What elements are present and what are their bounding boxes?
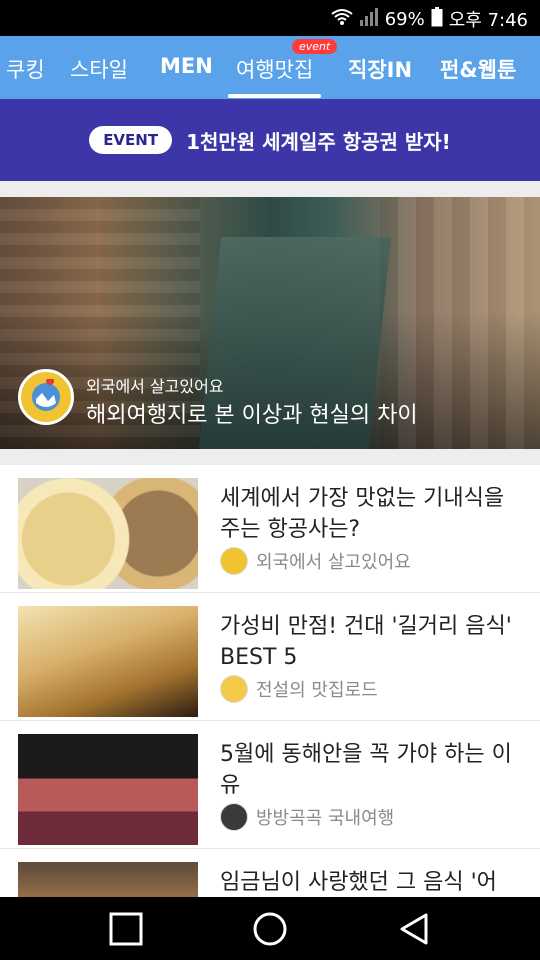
article-thumbnail (18, 606, 198, 717)
list-item[interactable]: 가성비 만점! 건대 '길거리 음식' BEST 5 전설의 맛집로드 (0, 593, 540, 721)
home-button[interactable] (252, 911, 288, 947)
article-channel: 방방곡곡 국내여행 (256, 808, 395, 829)
article-meta: 방방곡곡 국내여행 (220, 803, 394, 831)
tab-cooking[interactable]: 쿠킹 (6, 54, 45, 84)
list-item[interactable]: 5월에 동해안을 꼭 가야 하는 이유 방방곡곡 국내여행 (0, 721, 540, 849)
tab-men[interactable]: MEN (160, 54, 213, 78)
event-badge: event (292, 39, 338, 54)
article-title: 가성비 만점! 건대 '길거리 음식' BEST 5 (220, 614, 512, 670)
article-channel: 전설의 맛집로드 (256, 680, 378, 701)
section-divider (0, 449, 540, 465)
article-channel: 외국에서 살고있어요 (256, 552, 411, 573)
section-divider (0, 181, 540, 197)
article-title: 임금님이 사랑했던 그 음식 '어 (220, 870, 497, 895)
triangle-back-icon (400, 913, 428, 945)
event-text: 1천만원 세계일주 항공권 받자! (186, 129, 451, 154)
clock: 오후 7:46 (448, 10, 528, 31)
signal-icon (359, 7, 379, 31)
system-navbar (0, 897, 540, 960)
channel-avatar (220, 547, 248, 575)
article-title: 5월에 동해안을 꼭 가야 하는 이유 (220, 742, 512, 798)
article-thumbnail (18, 734, 198, 845)
hero-title[interactable]: 해외여행지로 본 이상과 현실의 차이 (86, 397, 418, 429)
hero-card[interactable]: 외국에서 살고있어요 해외여행지로 본 이상과 현실의 차이 (0, 197, 540, 449)
wifi-icon (331, 8, 353, 31)
article-title: 세계에서 가장 맛없는 기내식을 주는 항공사는? (220, 486, 505, 542)
tab-workplace[interactable]: 직장IN (348, 54, 412, 84)
hero-channel-name[interactable]: 외국에서 살고있어요 (86, 373, 224, 397)
article-thumbnail (18, 478, 198, 589)
battery-icon (431, 6, 443, 32)
back-button[interactable] (396, 911, 432, 947)
article-meta: 전설의 맛집로드 (220, 675, 378, 703)
channel-avatar (220, 803, 248, 831)
channel-avatar (220, 675, 248, 703)
battery-percent: 69% (384, 8, 425, 30)
event-banner[interactable]: EVENT 1천만원 세계일주 항공권 받자! (0, 99, 540, 181)
tab-style[interactable]: 스타일 (70, 54, 128, 84)
article-list: 세계에서 가장 맛없는 기내식을 주는 항공사는? 외국에서 살고있어요 가성비… (0, 465, 540, 960)
square-icon (109, 912, 143, 946)
status-right: 69% 오후 7:46 (331, 6, 528, 32)
recents-button[interactable] (108, 911, 144, 947)
circle-icon (253, 912, 287, 946)
status-bar: 69% 오후 7:46 (0, 0, 540, 36)
tab-travel-food[interactable]: 여행맛집 (227, 54, 322, 98)
article-meta: 외국에서 살고있어요 (220, 547, 411, 575)
channel-avatar[interactable] (18, 369, 74, 425)
event-pill: EVENT (89, 126, 173, 154)
globe-icon (32, 379, 60, 411)
tab-fun-webtoon[interactable]: 펀&웹툰 (440, 54, 516, 84)
list-item[interactable]: 세계에서 가장 맛없는 기내식을 주는 항공사는? 외국에서 살고있어요 (0, 465, 540, 593)
category-tabbar: 쿠킹 스타일 MEN 여행맛집 event 직장IN 펀&웹툰 (0, 36, 540, 99)
